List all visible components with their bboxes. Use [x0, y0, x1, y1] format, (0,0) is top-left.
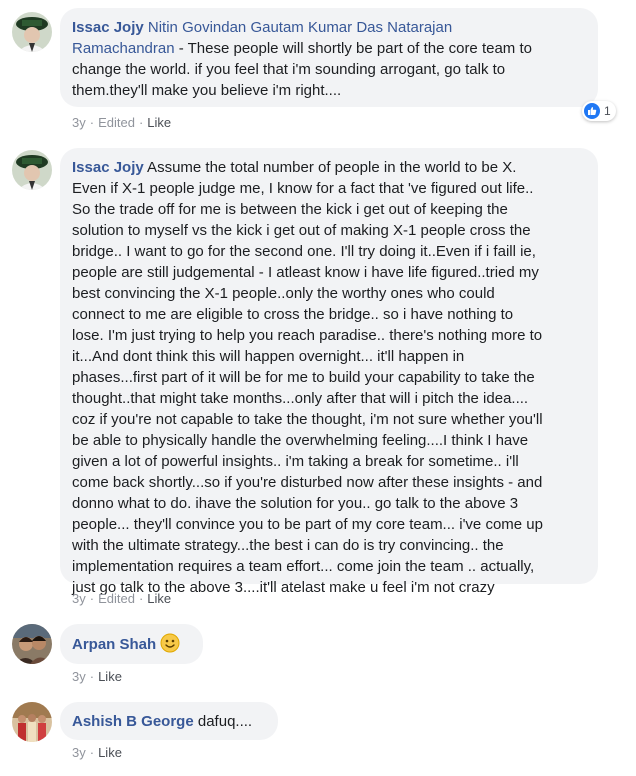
comment-author[interactable]: Ashish B George [72, 713, 194, 730]
like-link[interactable]: Like [147, 115, 171, 130]
comment-text: - These people will shortly be part of t… [174, 40, 532, 57]
comment-bubble: Issac Jojy Assume the total number of pe… [60, 148, 598, 596]
comment-line: donno what to do. ihave the solution for… [72, 495, 519, 512]
comment-line: people are still judgemental - I atleast… [72, 264, 539, 281]
comment-line: Assume the total number of people in the… [143, 159, 517, 176]
comment-bubble: Ashish B George dafuq.... [60, 702, 278, 740]
comment-line: people... they'll convince you to be par… [72, 516, 543, 533]
tagged-user-2[interactable]: Ramachandran [72, 40, 175, 57]
comment-line: coz if you're not capable to take the th… [72, 411, 543, 428]
like-link[interactable]: Like [147, 591, 171, 606]
smiley-emoji-icon [160, 633, 180, 653]
comment-line: Even if X-1 people judge me, I know for … [72, 180, 534, 197]
comment-text: change the world. if you feel that i'm s… [72, 61, 506, 78]
tagged-users[interactable]: Nitin Govindan Gautam Kumar Das Nataraja… [148, 19, 452, 36]
avatar[interactable] [12, 150, 52, 190]
comment-line: come back shortly...so if you're disturb… [72, 474, 543, 491]
comment-bubble: Issac Jojy Nitin Govindan Gautam Kumar D… [60, 8, 598, 107]
timestamp[interactable]: 3y [72, 669, 86, 684]
avatar[interactable] [12, 624, 52, 664]
comment-line: lose. I'm just trying to help you reach … [72, 327, 543, 344]
reaction-badge[interactable]: 1 [582, 101, 616, 121]
like-link[interactable]: Like [98, 745, 122, 760]
comment-line: connect to me are eligible to cross the … [72, 306, 514, 323]
timestamp[interactable]: 3y [72, 745, 86, 760]
comment-text: them.they'll make you believe i'm right.… [72, 82, 342, 99]
comment-line: best convincing the X-1 people..only the… [72, 285, 495, 302]
edited-label[interactable]: Edited [98, 115, 135, 130]
comment-line: So the trade off for me is between the k… [72, 201, 508, 218]
comment-meta: 3y · Edited · Like [72, 591, 172, 606]
comment-line: solution to myself vs the kick i get out… [72, 222, 531, 239]
edited-label[interactable]: Edited [98, 591, 135, 606]
comment-line: be able to physically handle the overwhe… [72, 432, 529, 449]
comment-author[interactable]: Arpan Shah [72, 636, 156, 653]
comment-line: bridge.. I want to go for the second one… [72, 243, 536, 260]
comment-line: with the ultimate strategy...the best i … [72, 537, 504, 554]
comment-meta: 3y · Edited · Like [72, 115, 172, 130]
comment-text: dafuq.... [193, 713, 253, 730]
comment-meta: 3y · Like [72, 669, 122, 684]
like-link[interactable]: Like [98, 669, 122, 684]
comment-meta: 3y · Like [72, 745, 122, 760]
comment-line: implementation requires a team effort...… [72, 558, 535, 575]
comment-line: thought..that might take months...only a… [72, 390, 529, 407]
avatar[interactable] [12, 12, 52, 52]
thumbs-up-icon [584, 103, 600, 119]
comment-line: it...And dont think this will happen ove… [72, 348, 465, 365]
reaction-count: 1 [604, 104, 611, 118]
timestamp[interactable]: 3y [72, 115, 86, 130]
comment-bubble: Arpan Shah [60, 624, 203, 664]
avatar[interactable] [12, 702, 52, 742]
comment-author[interactable]: Issac Jojy [72, 159, 144, 176]
comment-line: phases...first part of it will be for me… [72, 369, 535, 386]
timestamp[interactable]: 3y [72, 591, 86, 606]
comment-author[interactable]: Issac Jojy [72, 19, 144, 36]
comment-line: given a lot of powerful insights.. i'm t… [72, 453, 519, 470]
